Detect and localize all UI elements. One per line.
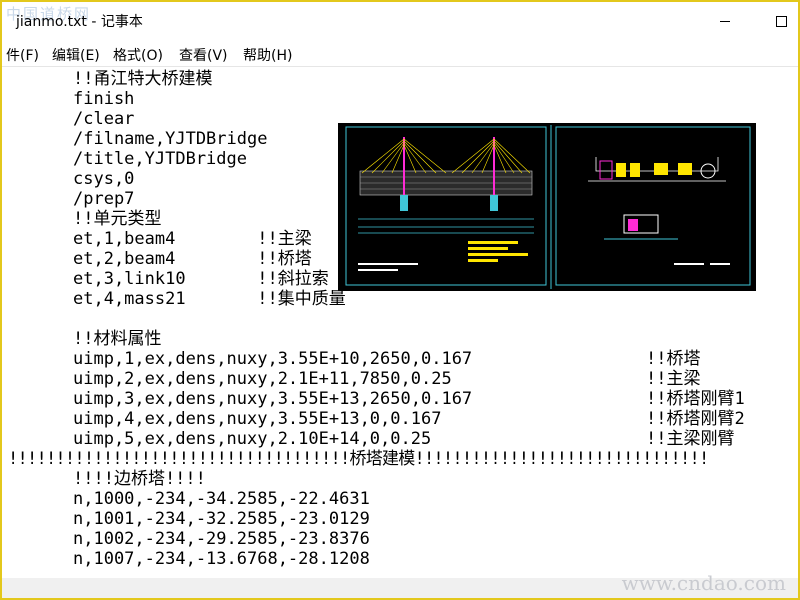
menu-view[interactable]: 查看(V) xyxy=(179,45,228,65)
text-comment: !!桥塔刚臂1 xyxy=(646,389,745,409)
text-line: et,4,mass21 !!集中质量 xyxy=(73,289,346,309)
menu-edit[interactable]: 编辑(E) xyxy=(52,45,100,65)
text-line: /title,YJTDBridge xyxy=(73,149,247,169)
maximize-icon xyxy=(775,15,787,27)
cad-drawing-svg xyxy=(338,123,756,291)
text-line: n,1007,-234,-13.6768,-28.1208 xyxy=(73,549,370,569)
text-line: uimp,1,ex,dens,nuxy,3.55E+10,2650,0.167 xyxy=(73,349,473,369)
text-line: uimp,3,ex,dens,nuxy,3.55E+13,2650,0.167 xyxy=(73,389,473,409)
text-line: /clear xyxy=(73,109,135,129)
text-line: csys,0 xyxy=(73,169,135,189)
text-line: uimp,4,ex,dens,nuxy,3.55E+13,0,0.167 xyxy=(73,409,442,429)
text-line: et,1,beam4 !!主梁 xyxy=(73,229,312,249)
title-bar[interactable]: 中国道桥网 jianmo.txt - 记事本 xyxy=(2,2,798,38)
separator-line: !!!!!!!!!!!!!!!!!!!!!!!!!!!!!!!!!!!!桥塔建模… xyxy=(8,449,709,469)
minimize-button[interactable] xyxy=(702,6,748,36)
text-line: !!材料属性 xyxy=(73,329,162,349)
text-line: uimp,2,ex,dens,nuxy,2.1E+11,7850,0.25 xyxy=(73,369,452,389)
text-line: n,1000,-234,-34.2585,-22.4631 xyxy=(73,489,370,509)
watermark-bottom: www.cndao.com xyxy=(621,571,786,595)
text-line: et,3,link10 !!斜拉索 xyxy=(73,269,329,289)
text-line: /prep7 xyxy=(73,189,135,209)
cad-drawing-image xyxy=(338,123,756,291)
text-line: /filname,YJTDBridge xyxy=(73,129,268,149)
menu-file[interactable]: 件(F) xyxy=(6,45,39,65)
text-line: !!!!边桥塔!!!! xyxy=(73,469,206,489)
text-line: uimp,5,ex,dens,nuxy,2.10E+14,0,0.25 xyxy=(73,429,432,449)
menu-bar: 件(F) 编辑(E) 格式(O) 查看(V) 帮助(H) xyxy=(2,40,798,67)
text-line: !!单元类型 xyxy=(73,209,162,229)
text-line: et,2,beam4 !!桥塔 xyxy=(73,249,312,269)
menu-help[interactable]: 帮助(H) xyxy=(243,45,292,65)
text-line: n,1001,-234,-32.2585,-23.0129 xyxy=(73,509,370,529)
text-comment: !!主梁刚臂 xyxy=(646,429,735,449)
text-line: finish xyxy=(73,89,135,109)
text-comment: !!主梁 xyxy=(646,369,701,389)
window-title: jianmo.txt - 记事本 xyxy=(16,14,143,30)
text-comment: !!桥塔刚臂2 xyxy=(646,409,745,429)
menu-format[interactable]: 格式(O) xyxy=(113,45,163,65)
text-comment: !!桥塔 xyxy=(646,349,701,369)
minimize-icon xyxy=(720,20,730,22)
text-line: n,1002,-234,-29.2585,-23.8376 xyxy=(73,529,370,549)
text-line: !!甬江特大桥建模 xyxy=(73,69,213,89)
maximize-button[interactable] xyxy=(758,6,800,36)
